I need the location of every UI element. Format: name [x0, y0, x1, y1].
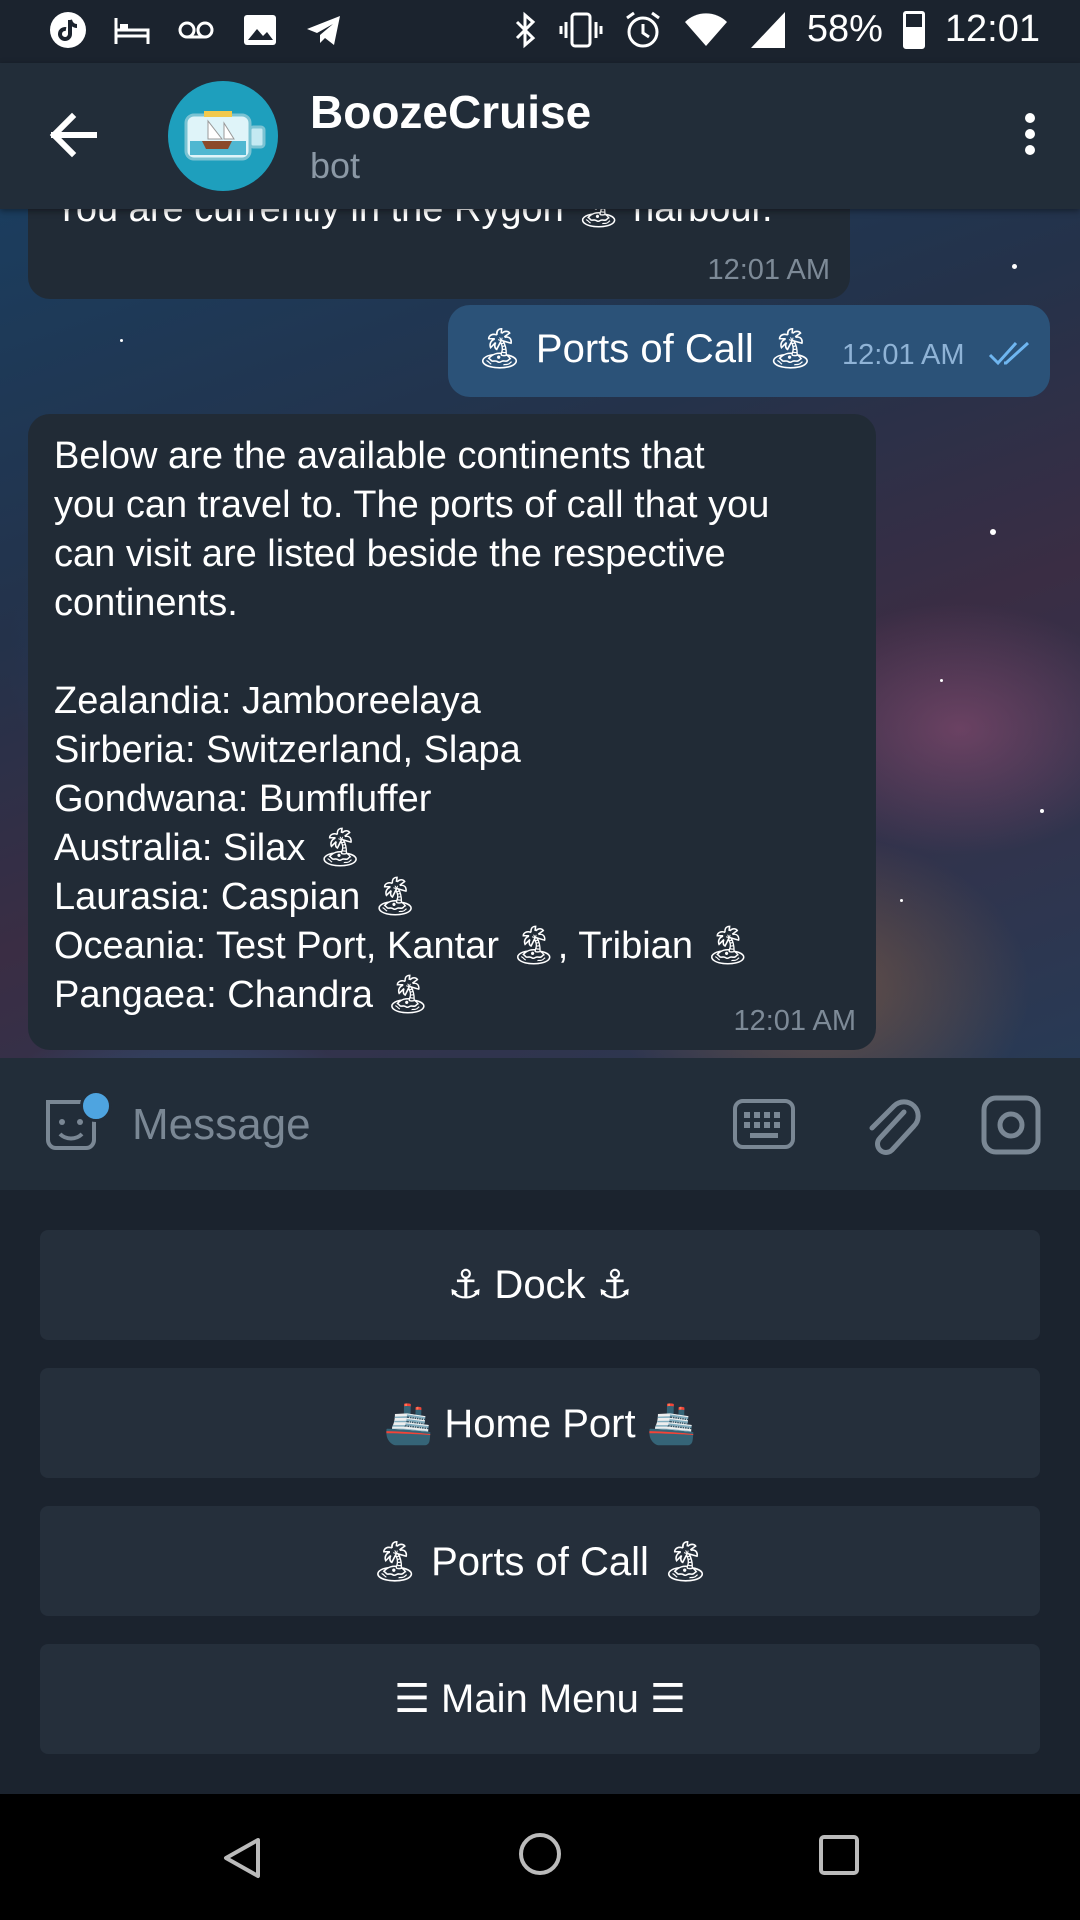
reply-keyboard: ⚓ Dock ⚓ 🚢 Home Port 🚢 🏝 Ports of Call 🏝…: [0, 1190, 1080, 1794]
avatar[interactable]: [168, 81, 278, 191]
button-label: ☰ Main Menu ☰: [394, 1677, 686, 1721]
status-bar: 58% 12:01: [0, 0, 1080, 63]
ports-of-call-button[interactable]: 🏝 Ports of Call 🏝: [40, 1506, 1040, 1616]
chat-header: BoozeCruise bot: [0, 63, 1080, 209]
message-time: 12:01 AM: [733, 1005, 856, 1037]
nav-home-icon[interactable]: [516, 1830, 564, 1878]
battery-icon: [902, 10, 925, 49]
home-port-button[interactable]: 🚢 Home Port 🚢: [40, 1368, 1040, 1478]
arrow-left-icon[interactable]: [44, 107, 100, 163]
double-check-icon: [988, 341, 1030, 366]
wifi-icon: [684, 12, 727, 46]
button-label: 🚢 Home Port 🚢: [383, 1401, 697, 1446]
ship-in-bottle-icon: [184, 111, 266, 161]
battery-percent: 58%: [806, 8, 883, 50]
signal-icon: [750, 11, 785, 48]
bed-icon: [114, 18, 150, 44]
chat-subtitle: bot: [310, 145, 361, 186]
image-icon: [244, 15, 276, 45]
message-bubble-incoming[interactable]: Below are the available continents that …: [28, 414, 876, 1050]
alarm-icon: [625, 11, 660, 47]
voicemail-icon: [178, 21, 214, 39]
dock-button[interactable]: ⚓ Dock ⚓: [40, 1230, 1040, 1340]
telegram-icon: [307, 16, 340, 45]
message-time: 12:01 AM: [707, 254, 830, 286]
system-indicators: 58% 12:01: [513, 8, 1040, 51]
chat-title: BoozeCruise: [310, 86, 592, 138]
nav-back-icon[interactable]: [218, 1834, 266, 1882]
button-label: ⚓ Dock ⚓: [447, 1263, 633, 1307]
notification-dot: [80, 1090, 112, 1122]
message-bubble-outgoing[interactable]: 🏝 Ports of Call 🏝 12:01 AM: [448, 305, 1050, 397]
message-text: Below are the available continents that …: [54, 435, 770, 1016]
message-input[interactable]: [130, 1088, 694, 1162]
main-menu-button[interactable]: ☰ Main Menu ☰: [40, 1644, 1040, 1754]
message-time: 12:01 AM: [842, 339, 965, 371]
notification-icons: [48, 10, 344, 50]
button-label: 🏝 Ports of Call 🏝: [369, 1539, 711, 1584]
message-bubble-incoming[interactable]: You are currently in the Rygon 🏝 harbour…: [28, 209, 850, 299]
message-text: You are currently in the Rygon 🏝 harbour…: [54, 209, 773, 230]
clock: 12:01: [944, 8, 1040, 50]
message-list[interactable]: You are currently in the Rygon 🏝 harbour…: [0, 209, 1080, 1058]
more-vertical-icon[interactable]: [1008, 107, 1052, 167]
message-composer: [0, 1058, 1080, 1190]
paperclip-icon[interactable]: [860, 1092, 922, 1158]
message-text: 🏝 Ports of Call 🏝: [474, 327, 816, 371]
bluetooth-icon: [515, 11, 536, 48]
tiktok-icon: [50, 12, 86, 48]
keyboard-icon[interactable]: [732, 1098, 796, 1150]
nav-recents-icon[interactable]: [818, 1834, 860, 1876]
camera-icon[interactable]: [980, 1094, 1042, 1156]
system-nav-bar: [0, 1794, 1080, 1920]
vibrate-icon: [559, 12, 603, 47]
